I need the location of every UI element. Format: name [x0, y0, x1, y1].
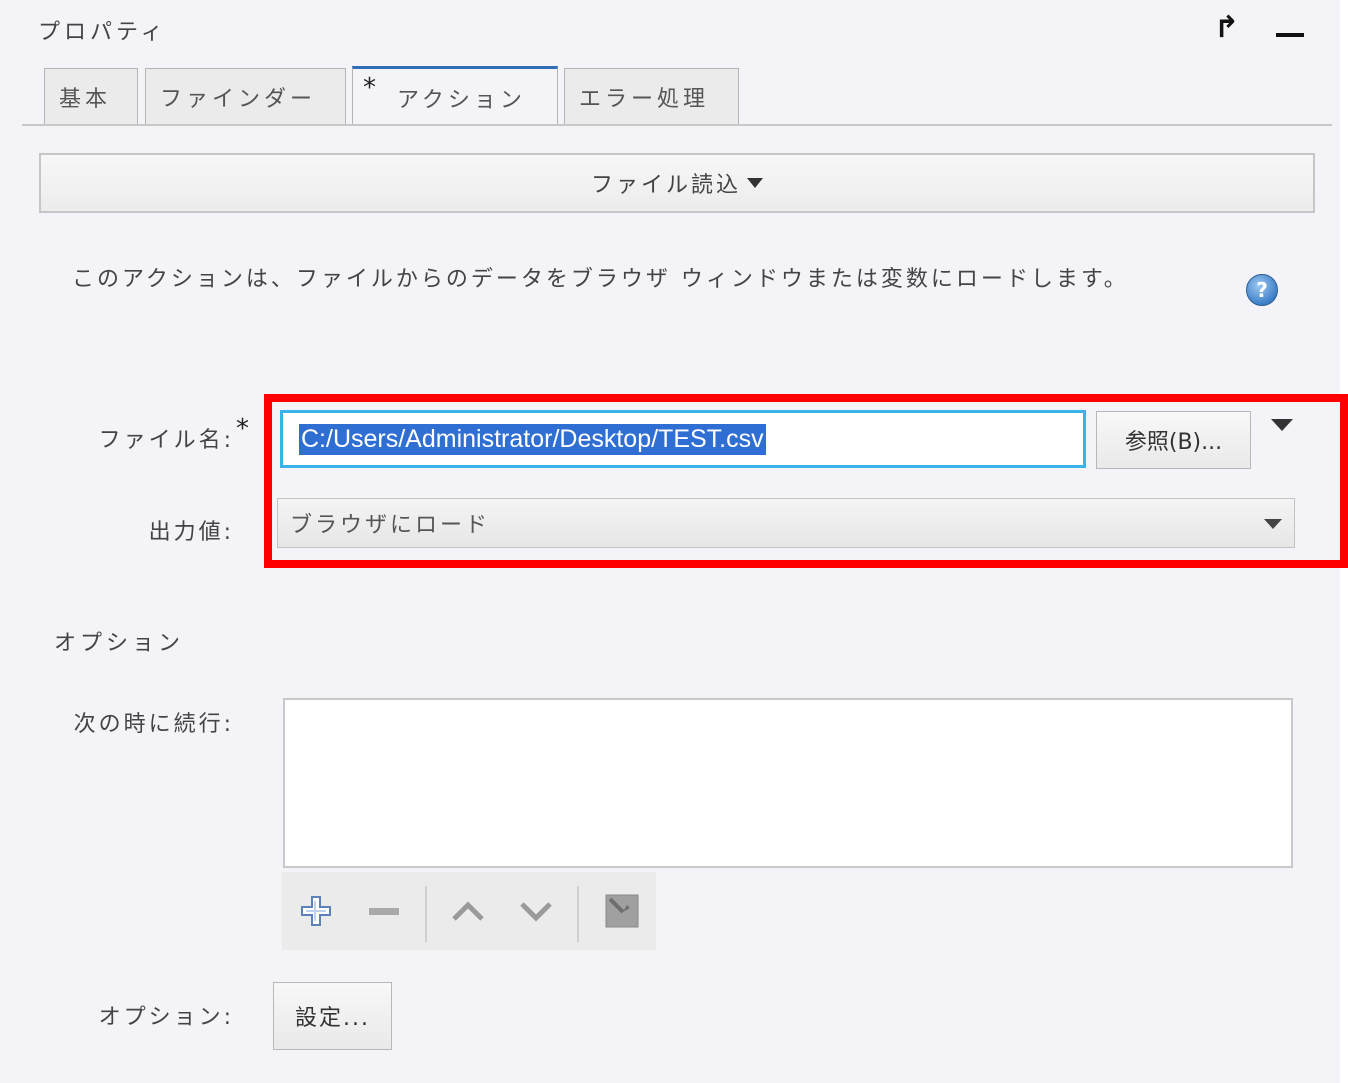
pop-out-icon[interactable]: ↱	[1214, 12, 1242, 44]
tab-label: エラー処理	[579, 86, 710, 112]
minimize-icon[interactable]	[1276, 33, 1304, 37]
caret-down-icon	[747, 178, 763, 188]
move-up-icon	[452, 901, 484, 921]
tab-basic[interactable]: 基本	[44, 68, 138, 124]
tab-divider	[22, 124, 1332, 126]
action-type-dropdown[interactable]: ファイル読込	[39, 153, 1315, 213]
tab-action[interactable]: * アクション	[352, 66, 558, 126]
toolbar-separator	[425, 886, 427, 942]
expand-triangle-icon[interactable]	[1271, 419, 1293, 431]
options-heading: オプション	[54, 631, 185, 656]
tab-label: 基本	[59, 86, 112, 112]
tab-error-handling[interactable]: エラー処理	[564, 68, 739, 124]
edit-icon	[605, 894, 639, 928]
move-down-button[interactable]	[502, 872, 570, 950]
output-selected-value: ブラウザにロード	[290, 513, 491, 538]
list-toolbar	[282, 872, 656, 950]
tab-label: ファインダー	[160, 86, 317, 112]
add-icon	[301, 896, 331, 926]
move-down-icon	[520, 902, 552, 922]
panel-title: プロパティ	[38, 20, 167, 45]
continue-on-label: 次の時に続行:	[73, 712, 234, 737]
filename-input[interactable]: C:/Users/Administrator/Desktop/TEST.csv	[280, 410, 1086, 468]
settings-button[interactable]: 設定...	[273, 982, 392, 1050]
remove-button[interactable]	[350, 872, 418, 950]
output-label: 出力値:	[148, 520, 234, 545]
browse-button[interactable]: 参照(B)...	[1096, 411, 1251, 469]
filename-label: ファイル名:	[98, 428, 234, 453]
toolbar-separator	[577, 886, 579, 942]
remove-icon	[369, 908, 399, 915]
filename-value: C:/Users/Administrator/Desktop/TEST.csv	[299, 423, 766, 455]
action-description: このアクションは、ファイルからのデータをブラウザ ウィンドウまたは変数にロードし…	[72, 267, 1129, 292]
properties-panel: プロパティ ↱ 基本 ファインダー * アクション エラー処理 ファイル読込 こ…	[0, 0, 1340, 1083]
settings-label: オプション:	[98, 1005, 234, 1030]
help-icon[interactable]: ?	[1246, 274, 1278, 306]
edit-button[interactable]	[588, 872, 656, 950]
output-dropdown[interactable]: ブラウザにロード	[277, 498, 1295, 548]
add-button[interactable]	[282, 872, 350, 950]
move-up-button[interactable]	[434, 872, 502, 950]
tab-finder[interactable]: ファインダー	[145, 68, 346, 124]
required-marker: *	[236, 414, 249, 444]
action-type-label: ファイル読込	[590, 173, 741, 198]
modified-marker: *	[363, 73, 376, 103]
continue-on-list[interactable]	[283, 698, 1293, 868]
tab-label: アクション	[397, 87, 526, 113]
caret-down-icon	[1264, 519, 1282, 529]
